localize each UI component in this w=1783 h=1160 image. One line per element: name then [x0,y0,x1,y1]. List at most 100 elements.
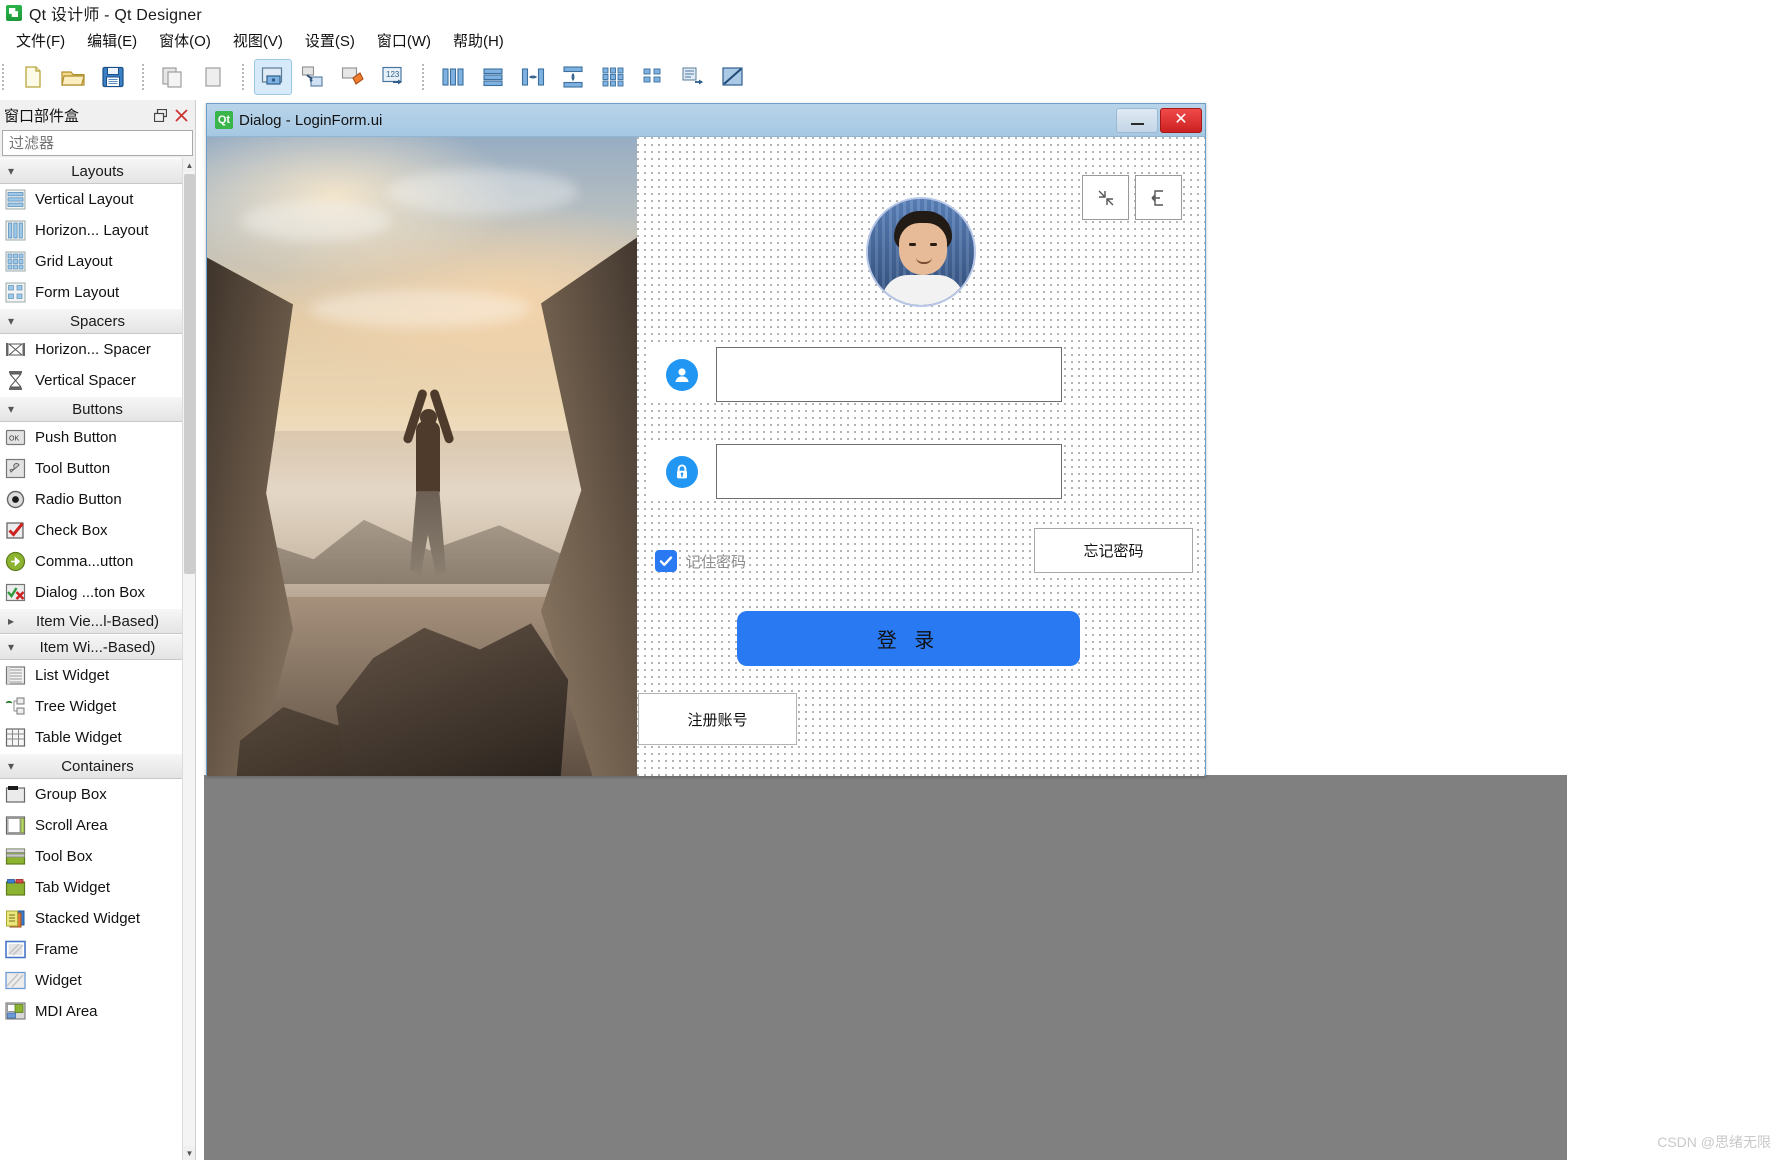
widget-item-dialog-button-box[interactable]: Dialog ...ton Box [0,577,195,608]
search-input[interactable] [7,133,188,153]
widget-box-titlebar: 窗口部件盒 [0,100,195,130]
scroll-down-arrow-icon[interactable]: ▼ [183,1146,195,1160]
menu-window[interactable]: 窗口(W) [366,27,442,54]
vertical-spacer-icon [4,369,27,392]
copy-pages-icon [162,67,182,88]
widget-item-tab-widget[interactable]: Tab Widget [0,872,195,903]
list-widget-icon [4,664,27,687]
layout-form-button[interactable] [634,59,672,95]
widget-item-stacked-widget[interactable]: Stacked Widget [0,903,195,934]
remember-password-row[interactable]: 记住密码 [646,537,1064,585]
widget-item-push-button[interactable]: OK Push Button [0,422,195,453]
widget-item-command-link-button[interactable]: Comma...utton [0,546,195,577]
check-box-icon [4,519,27,542]
widget-group-item-widgets[interactable]: ▾ Item Wi...-Based) [0,634,195,660]
command-link-button-icon [4,550,27,573]
widget-item-horizontal-spacer[interactable]: Horizon... Spacer [0,334,195,365]
edit-buddies-button[interactable] [334,59,372,95]
remember-password-checkbox[interactable] [655,550,677,572]
widget-item-frame[interactable]: Frame [0,934,195,965]
widget-item-label: Tree Widget [35,698,117,715]
widget-item-table-widget[interactable]: Table Widget [0,722,195,753]
form-titlebar[interactable]: Qt Dialog - LoginForm.ui ✕ [207,104,1205,137]
horizontal-spacer-icon [4,338,27,361]
menu-file[interactable]: 文件(F) [5,27,76,54]
scroll-area-icon [4,814,27,837]
widget-item-tool-button[interactable]: Tool Button [0,453,195,484]
menu-form[interactable]: 窗体(O) [148,27,222,54]
widget-item-label: Scroll Area [35,817,108,834]
window-titlebar: Qt 设计师 - Qt Designer [0,0,1783,26]
undo-button[interactable] [154,59,192,95]
qt-icon: Qt [215,111,233,129]
menu-help[interactable]: 帮助(H) [442,27,515,54]
adjust-size-button[interactable] [674,59,712,95]
forgot-password-button[interactable]: 忘记密码 [1034,528,1193,573]
widget-item-radio-button[interactable]: Radio Button [0,484,195,515]
widget-item-mdi-area[interactable]: MDI Area [0,996,195,1027]
toolbar-separator-2 [242,64,244,90]
widget-box-title: 窗口部件盒 [4,107,80,125]
layout-grid-button[interactable] [594,59,632,95]
exit-widget-button[interactable] [1135,175,1182,220]
close-icon[interactable] [172,106,190,124]
push-button-icon: OK [4,426,27,449]
layout-splitter-vertical-button[interactable] [554,59,592,95]
new-form-button[interactable] [14,59,52,95]
edit-signals-slots-button[interactable] [294,59,332,95]
widget-item-vertical-layout[interactable]: Vertical Layout [0,184,195,215]
widget-group-item-views[interactable]: ▸ Item Vie...l-Based) [0,608,195,634]
menu-view[interactable]: 视图(V) [222,27,294,54]
widget-item-scroll-area[interactable]: Scroll Area [0,810,195,841]
layout-form-icon [643,68,661,83]
widget-item-grid-layout[interactable]: Grid Layout [0,246,195,277]
widget-box-filter[interactable] [2,130,193,156]
widget-item-list-widget[interactable]: List Widget [0,660,195,691]
layout-vertically-button[interactable] [474,59,512,95]
register-account-button[interactable]: 注册账号 [638,693,797,745]
widget-item-form-layout[interactable]: Form Layout [0,277,195,308]
widget-item-widget[interactable]: Widget [0,965,195,996]
widget-item-horizontal-layout[interactable]: Horizon... Layout [0,215,195,246]
save-form-button[interactable] [94,59,132,95]
widget-group-containers[interactable]: ▾ Containers [0,753,195,779]
adjust-size-icon [682,67,703,85]
widget-item-check-box[interactable]: Check Box [0,515,195,546]
widget-item-tree-widget[interactable]: Tree Widget [0,691,195,722]
grid-layout-icon [4,250,27,273]
break-layout-button[interactable] [714,59,752,95]
edit-tab-order-button[interactable]: 123 [374,59,412,95]
widget-item-vertical-spacer[interactable]: Vertical Spacer [0,365,195,396]
menu-edit[interactable]: 编辑(E) [76,27,148,54]
widget-icon [4,969,27,992]
widget-item-label: Vertical Spacer [35,372,136,389]
password-input[interactable] [716,444,1062,499]
layout-splitter-horizontal-button[interactable] [514,59,552,95]
widget-group-title: Layouts [71,162,124,180]
scrollbar-thumb[interactable] [184,174,195,574]
widget-list-scrollbar[interactable]: ▲ ▼ [182,158,195,1160]
username-input[interactable] [716,347,1062,402]
widget-group-buttons[interactable]: ▾ Buttons [0,396,195,422]
scroll-up-arrow-icon[interactable]: ▲ [183,158,195,172]
chevron-down-icon: ▾ [7,759,15,773]
redo-button[interactable] [194,59,232,95]
menu-settings[interactable]: 设置(S) [294,27,366,54]
form-title: Dialog - LoginForm.ui [239,111,383,129]
widget-item-label: Horizon... Layout [35,222,149,239]
widget-group-spacers[interactable]: ▾ Spacers [0,308,195,334]
edit-widgets-button[interactable] [254,59,292,95]
widget-list: ▾ Layouts Vertical Layout Horizon... Lay… [0,158,195,1160]
form-close-button[interactable]: ✕ [1160,107,1202,133]
open-form-button[interactable] [54,59,92,95]
layout-horizontally-button[interactable] [434,59,472,95]
login-button[interactable]: 登 录 [737,611,1080,666]
widget-item-label: Comma...utton [35,553,134,570]
minimize-widget-button[interactable] [1082,175,1129,220]
form-minimize-button[interactable] [1116,107,1158,133]
widget-item-tool-box[interactable]: Tool Box [0,841,195,872]
float-icon[interactable] [151,106,169,124]
widget-item-group-box[interactable]: Group Box [0,779,195,810]
table-widget-icon [4,726,27,749]
widget-group-layouts[interactable]: ▾ Layouts [0,158,195,184]
